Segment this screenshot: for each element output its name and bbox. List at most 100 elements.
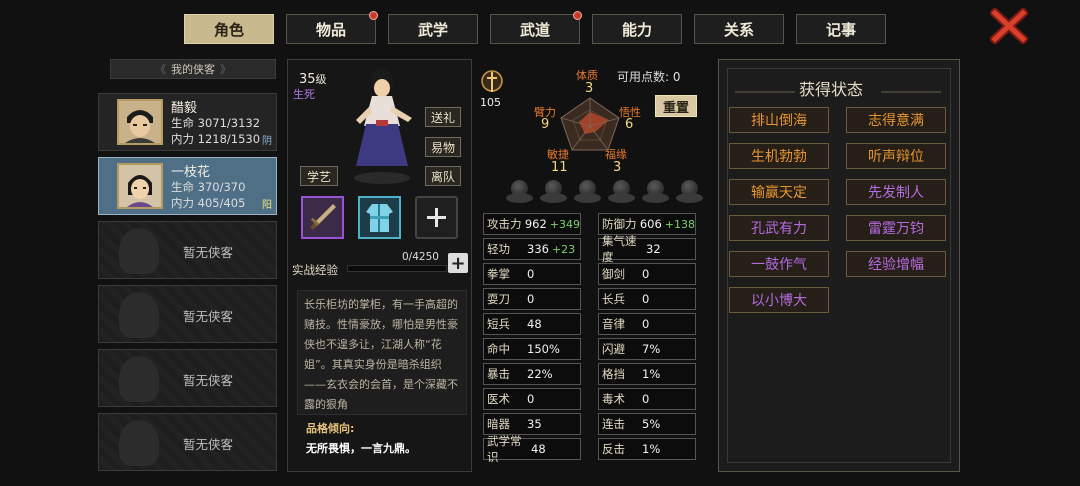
character-list: 醋毅 生命 3071/3132 内力 1218/1530 阴 一枝花 生命 37… [98,93,277,477]
tab-martial-way[interactable]: 武道 [490,11,582,44]
trade-label: 易物 [430,140,455,155]
stat-value: 7% [642,342,661,356]
stat-comprehension-value: 6 [625,117,634,132]
add-equipment-slot[interactable] [415,196,458,239]
status-effect-chip[interactable]: 以小博大 [729,287,829,313]
tab-journal[interactable]: 记事 [796,14,886,44]
stats-row: 短兵 48 音律 0 [483,313,699,335]
learn-label: 学艺 [306,169,331,184]
gift-button[interactable]: 送礼 [425,107,461,127]
stats-row: 武学常识 48 反击 1% [483,434,699,464]
stat-name: 攻击力 [487,217,522,231]
stat-cell: 反击 1% [598,438,696,460]
meridian-orb-icon[interactable] [675,180,704,205]
stat-fortune-value: 3 [613,160,622,175]
learn-skill-button[interactable]: 学艺 [300,166,338,186]
dagger-icon [310,204,336,230]
notification-dot-icon [369,11,378,20]
empty-character-slot[interactable]: 暂无侠客 [98,285,277,343]
empty-character-slot[interactable]: 暂无侠客 [98,349,277,407]
status-effect-chip[interactable]: 雷霆万钧 [846,215,946,241]
stat-name: 反击 [602,442,625,456]
meridian-orb-icon[interactable] [607,180,636,205]
weapon-slot[interactable] [301,196,344,239]
tab-martial-arts[interactable]: 武学 [388,14,478,44]
silhouette-icon [119,356,159,402]
stat-name: 命中 [487,342,510,356]
exp-progress-bar [347,265,447,272]
status-effect-chip[interactable]: 生机勃勃 [729,143,829,169]
tab-abilities[interactable]: 能力 [592,14,682,44]
sidebar-header: 《 我的侠客 》 [110,59,276,79]
empty-character-slot[interactable]: 暂无侠客 [98,413,277,471]
stat-value: 0 [527,292,535,306]
add-exp-button[interactable]: + [448,252,468,274]
stat-cell: 武学常识 48 [483,434,581,464]
stat-value: 22% [527,367,553,381]
armor-slot[interactable] [358,196,401,239]
tab-relations[interactable]: 关系 [694,14,784,44]
leave-party-button[interactable]: 离队 [425,166,461,186]
stat-cell: 连击 5% [598,413,696,435]
stat-cell: 轻功 336 +23 [483,238,581,260]
character-card[interactable]: 一枝花 生命 370/370 内力 405/405 阳 [98,157,277,215]
stat-name: 武学常识 [487,434,522,464]
tab-character[interactable]: 角色 [184,14,274,44]
leave-label: 离队 [430,169,455,184]
status-effect-chip[interactable]: 听声辩位 [846,143,946,169]
silhouette-icon [119,292,159,338]
stat-name: 拳掌 [487,267,510,281]
status-panel-title: 获得状态 [799,80,864,99]
notification-dot-icon [573,11,582,20]
stat-constitution-value: 3 [585,81,594,96]
empty-slot-label: 暂无侠客 [183,245,234,260]
stat-value: 0 [642,267,650,281]
stat-name: 暗器 [487,417,510,431]
meridian-orb-icon[interactable] [573,180,602,205]
status-effect-chip[interactable]: 输赢天定 [729,179,829,205]
tab-label: 能力 [621,20,652,39]
status-effect-chip[interactable]: 排山倒海 [729,107,829,133]
personality-value: 无所畏惧，一言九鼎。 [306,442,416,455]
attribute-pentagon-chart [560,97,620,151]
stats-row: 命中 150% 闪避 7% [483,338,699,360]
character-portrait [342,66,420,186]
stat-value: 150% [527,342,560,356]
reset-button[interactable]: 重置 [655,95,697,117]
stats-row: 拳掌 0 御剑 0 [483,263,699,285]
robe-icon [366,204,393,232]
stat-name: 音律 [602,317,625,331]
plus-icon [427,208,446,227]
tab-label: 关系 [723,20,754,39]
status-effect-chip[interactable]: 孔武有力 [729,215,829,241]
stat-value: 0 [642,317,650,331]
empty-slot-label: 暂无侠客 [183,437,234,452]
status-effect-chip[interactable]: 经验增幅 [846,251,946,277]
status-effect-chip[interactable]: 一鼓作气 [729,251,829,277]
status-effect-chip[interactable]: 志得意满 [846,107,946,133]
character-screen: { "tabs": [ {"label": "角色", "active": tr… [0,0,1080,486]
tab-items[interactable]: 物品 [286,11,378,44]
stat-agility-value: 11 [551,160,568,175]
character-name: 醋毅 [171,101,198,116]
stat-value: 0 [642,392,650,406]
meridian-orb-icon[interactable] [505,180,534,205]
status-effect-chip[interactable]: 先发制人 [846,179,946,205]
trade-button[interactable]: 易物 [425,137,461,157]
yin-yang-badge: 阳 [262,200,272,211]
meridian-orb-icon[interactable] [539,180,568,205]
silhouette-icon [119,228,159,274]
stat-cell: 格挡 1% [598,363,696,385]
level-number: 35 [299,72,316,87]
character-card[interactable]: 醋毅 生命 3071/3132 内力 1218/1530 阴 [98,93,277,151]
stat-cell: 耍刀 0 [483,288,581,310]
meridian-orb-icon[interactable] [641,180,670,205]
stat-name: 连击 [602,417,625,431]
stat-value: 32 [646,242,661,256]
stat-value: 48 [531,442,546,456]
empty-character-slot[interactable]: 暂无侠客 [98,221,277,279]
plus-icon: + [450,252,466,274]
tab-label: 武学 [417,20,448,39]
close-x-icon[interactable] [988,6,1030,46]
character-level: 35级 [299,71,327,87]
